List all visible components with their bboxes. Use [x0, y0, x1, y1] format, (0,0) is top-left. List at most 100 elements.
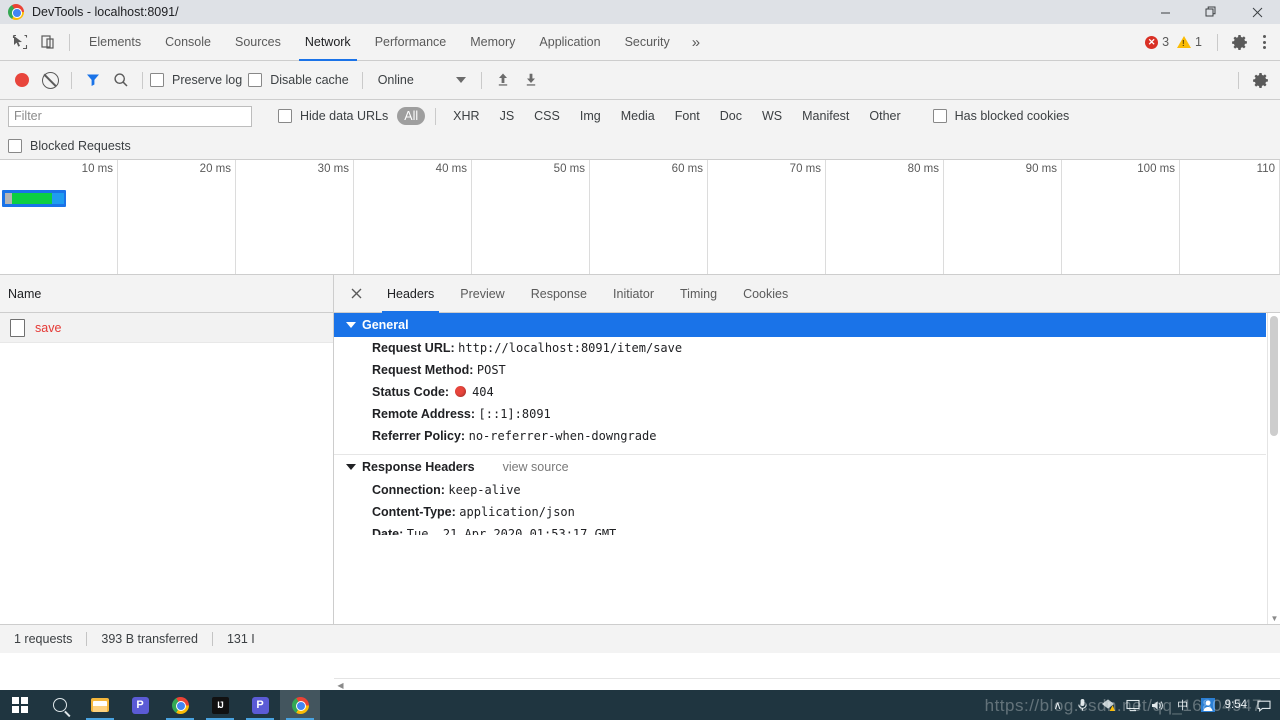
maximize-restore-button[interactable]: [1188, 0, 1234, 24]
minimize-button[interactable]: [1142, 0, 1188, 24]
start-button[interactable]: [0, 690, 40, 720]
devtools-tabbar-right: ✕ 3 1: [1145, 28, 1280, 56]
type-filter-css[interactable]: CSS: [527, 107, 567, 125]
value-request-url[interactable]: http://localhost:8091/item/save: [458, 341, 682, 355]
tab-console[interactable]: Console: [153, 24, 223, 61]
scroll-thumb[interactable]: [1270, 316, 1278, 436]
export-har-icon[interactable]: [517, 66, 545, 94]
more-tabs-chevron-icon[interactable]: »: [682, 34, 710, 51]
tab-sources[interactable]: Sources: [223, 24, 293, 61]
tab-memory[interactable]: Memory: [458, 24, 527, 61]
disable-cache-box[interactable]: [248, 73, 263, 87]
has-blocked-cookies-checkbox[interactable]: Has blocked cookies: [932, 109, 1069, 123]
close-icon[interactable]: [344, 282, 368, 306]
volume-icon[interactable]: [1150, 697, 1166, 713]
tab-initiator[interactable]: Initiator: [600, 275, 667, 313]
tab-network[interactable]: Network: [293, 24, 363, 61]
close-button[interactable]: [1234, 0, 1280, 24]
detail-row-request-url: Request URL: http://localhost:8091/item/…: [334, 337, 1266, 359]
tab-cookies[interactable]: Cookies: [730, 275, 801, 313]
request-list-header[interactable]: Name: [0, 275, 333, 313]
action-center-icon[interactable]: [1256, 697, 1272, 713]
scroll-left-arrow-icon[interactable]: ◀: [334, 681, 347, 690]
type-filter-other[interactable]: Other: [862, 107, 907, 125]
network-overview-timeline[interactable]: 10 ms 20 ms 30 ms 40 ms 50 ms 60 ms 70 m…: [0, 160, 1280, 275]
type-filter-xhr[interactable]: XHR: [446, 107, 486, 125]
detail-vertical-scrollbar[interactable]: ▲ ▼: [1267, 313, 1280, 624]
type-filter-manifest[interactable]: Manifest: [795, 107, 856, 125]
taskbar-chrome-active[interactable]: [280, 690, 320, 720]
tab-elements[interactable]: Elements: [77, 24, 153, 61]
section-header-response-headers[interactable]: Response Headers view source: [334, 455, 1266, 479]
has-blocked-cookies-box[interactable]: [932, 109, 947, 123]
section-header-general[interactable]: General: [334, 313, 1266, 337]
ime-indicator[interactable]: 中: [1175, 697, 1191, 713]
kebab-menu-icon[interactable]: [1253, 35, 1276, 49]
network-settings-gear-icon[interactable]: [1246, 66, 1274, 94]
microphone-icon[interactable]: [1075, 697, 1091, 713]
taskbar-chrome-1[interactable]: [160, 690, 200, 720]
taskbar-intellij-idea[interactable]: IJ: [200, 690, 240, 720]
status-divider-2: [211, 632, 213, 646]
net-divider-2: [142, 71, 143, 89]
taskbar-powerpoint-2[interactable]: P: [240, 690, 280, 720]
hide-data-urls-box[interactable]: [278, 109, 292, 123]
chevron-down-icon: [346, 322, 356, 328]
key-connection: Connection:: [372, 483, 445, 497]
net-divider-3: [361, 71, 363, 89]
gear-icon[interactable]: [1225, 28, 1253, 56]
key-content-type: Content-Type:: [372, 505, 456, 519]
view-source-link[interactable]: view source: [503, 460, 569, 474]
network-toolbar-right: [1231, 66, 1280, 94]
taskbar-file-explorer[interactable]: [80, 690, 120, 720]
user-icon[interactable]: [1200, 697, 1216, 713]
display-icon[interactable]: [1125, 697, 1141, 713]
clear-icon[interactable]: [36, 66, 64, 94]
type-filter-font[interactable]: Font: [668, 107, 707, 125]
type-filter-all[interactable]: All: [397, 107, 426, 125]
disable-cache-checkbox[interactable]: Disable cache: [248, 73, 349, 87]
taskbar-clock[interactable]: 9:54: [1225, 699, 1247, 711]
hide-data-urls-checkbox[interactable]: Hide data URLs: [278, 109, 388, 123]
search-icon[interactable]: [107, 66, 135, 94]
window-title: DevTools - localhost:8091/: [32, 5, 179, 19]
blocked-requests-box[interactable]: [8, 138, 22, 153]
filter-input[interactable]: [8, 105, 252, 127]
device-toolbar-icon[interactable]: [34, 28, 62, 56]
scroll-down-arrow-icon[interactable]: ▼: [1268, 612, 1280, 624]
tab-security[interactable]: Security: [613, 24, 682, 61]
detail-panel: Headers Preview Response Initiator Timin…: [334, 275, 1280, 624]
type-filter-js[interactable]: JS: [493, 107, 522, 125]
tab-preview[interactable]: Preview: [447, 275, 517, 313]
throttling-select[interactable]: Online: [370, 73, 474, 87]
inspect-element-icon[interactable]: [6, 28, 34, 56]
error-count-badge[interactable]: ✕ 3: [1145, 35, 1169, 49]
filter-funnel-icon[interactable]: [79, 66, 107, 94]
blocked-requests-checkbox[interactable]: Blocked Requests: [8, 138, 131, 153]
import-har-icon[interactable]: [489, 66, 517, 94]
warning-count-badge[interactable]: 1: [1177, 35, 1202, 49]
tab-headers[interactable]: Headers: [374, 275, 447, 313]
request-name-label: save: [35, 320, 62, 335]
record-button-icon[interactable]: [8, 66, 36, 94]
preserve-log-box[interactable]: [150, 73, 164, 87]
overview-request-bar[interactable]: [2, 190, 66, 207]
status-error-dot-icon: [454, 386, 466, 397]
tab-timing[interactable]: Timing: [667, 275, 730, 313]
type-filter-img[interactable]: Img: [573, 107, 608, 125]
tray-chevron-up-icon[interactable]: ∧: [1050, 697, 1066, 713]
tab-application[interactable]: Application: [527, 24, 612, 61]
tab-response[interactable]: Response: [518, 275, 600, 313]
taskbar-search-button[interactable]: [40, 690, 80, 720]
status-divider-1: [86, 632, 88, 646]
value-status-code: 404: [472, 385, 494, 399]
type-filter-media[interactable]: Media: [614, 107, 662, 125]
toolbar-divider: [69, 33, 70, 51]
taskbar-powerpoint-1[interactable]: P: [120, 690, 160, 720]
table-row[interactable]: save: [0, 313, 333, 343]
tab-performance[interactable]: Performance: [363, 24, 459, 61]
network-warning-icon[interactable]: [1100, 697, 1116, 713]
type-filter-doc[interactable]: Doc: [713, 107, 749, 125]
type-filter-ws[interactable]: WS: [755, 107, 789, 125]
preserve-log-checkbox[interactable]: Preserve log: [150, 73, 242, 87]
